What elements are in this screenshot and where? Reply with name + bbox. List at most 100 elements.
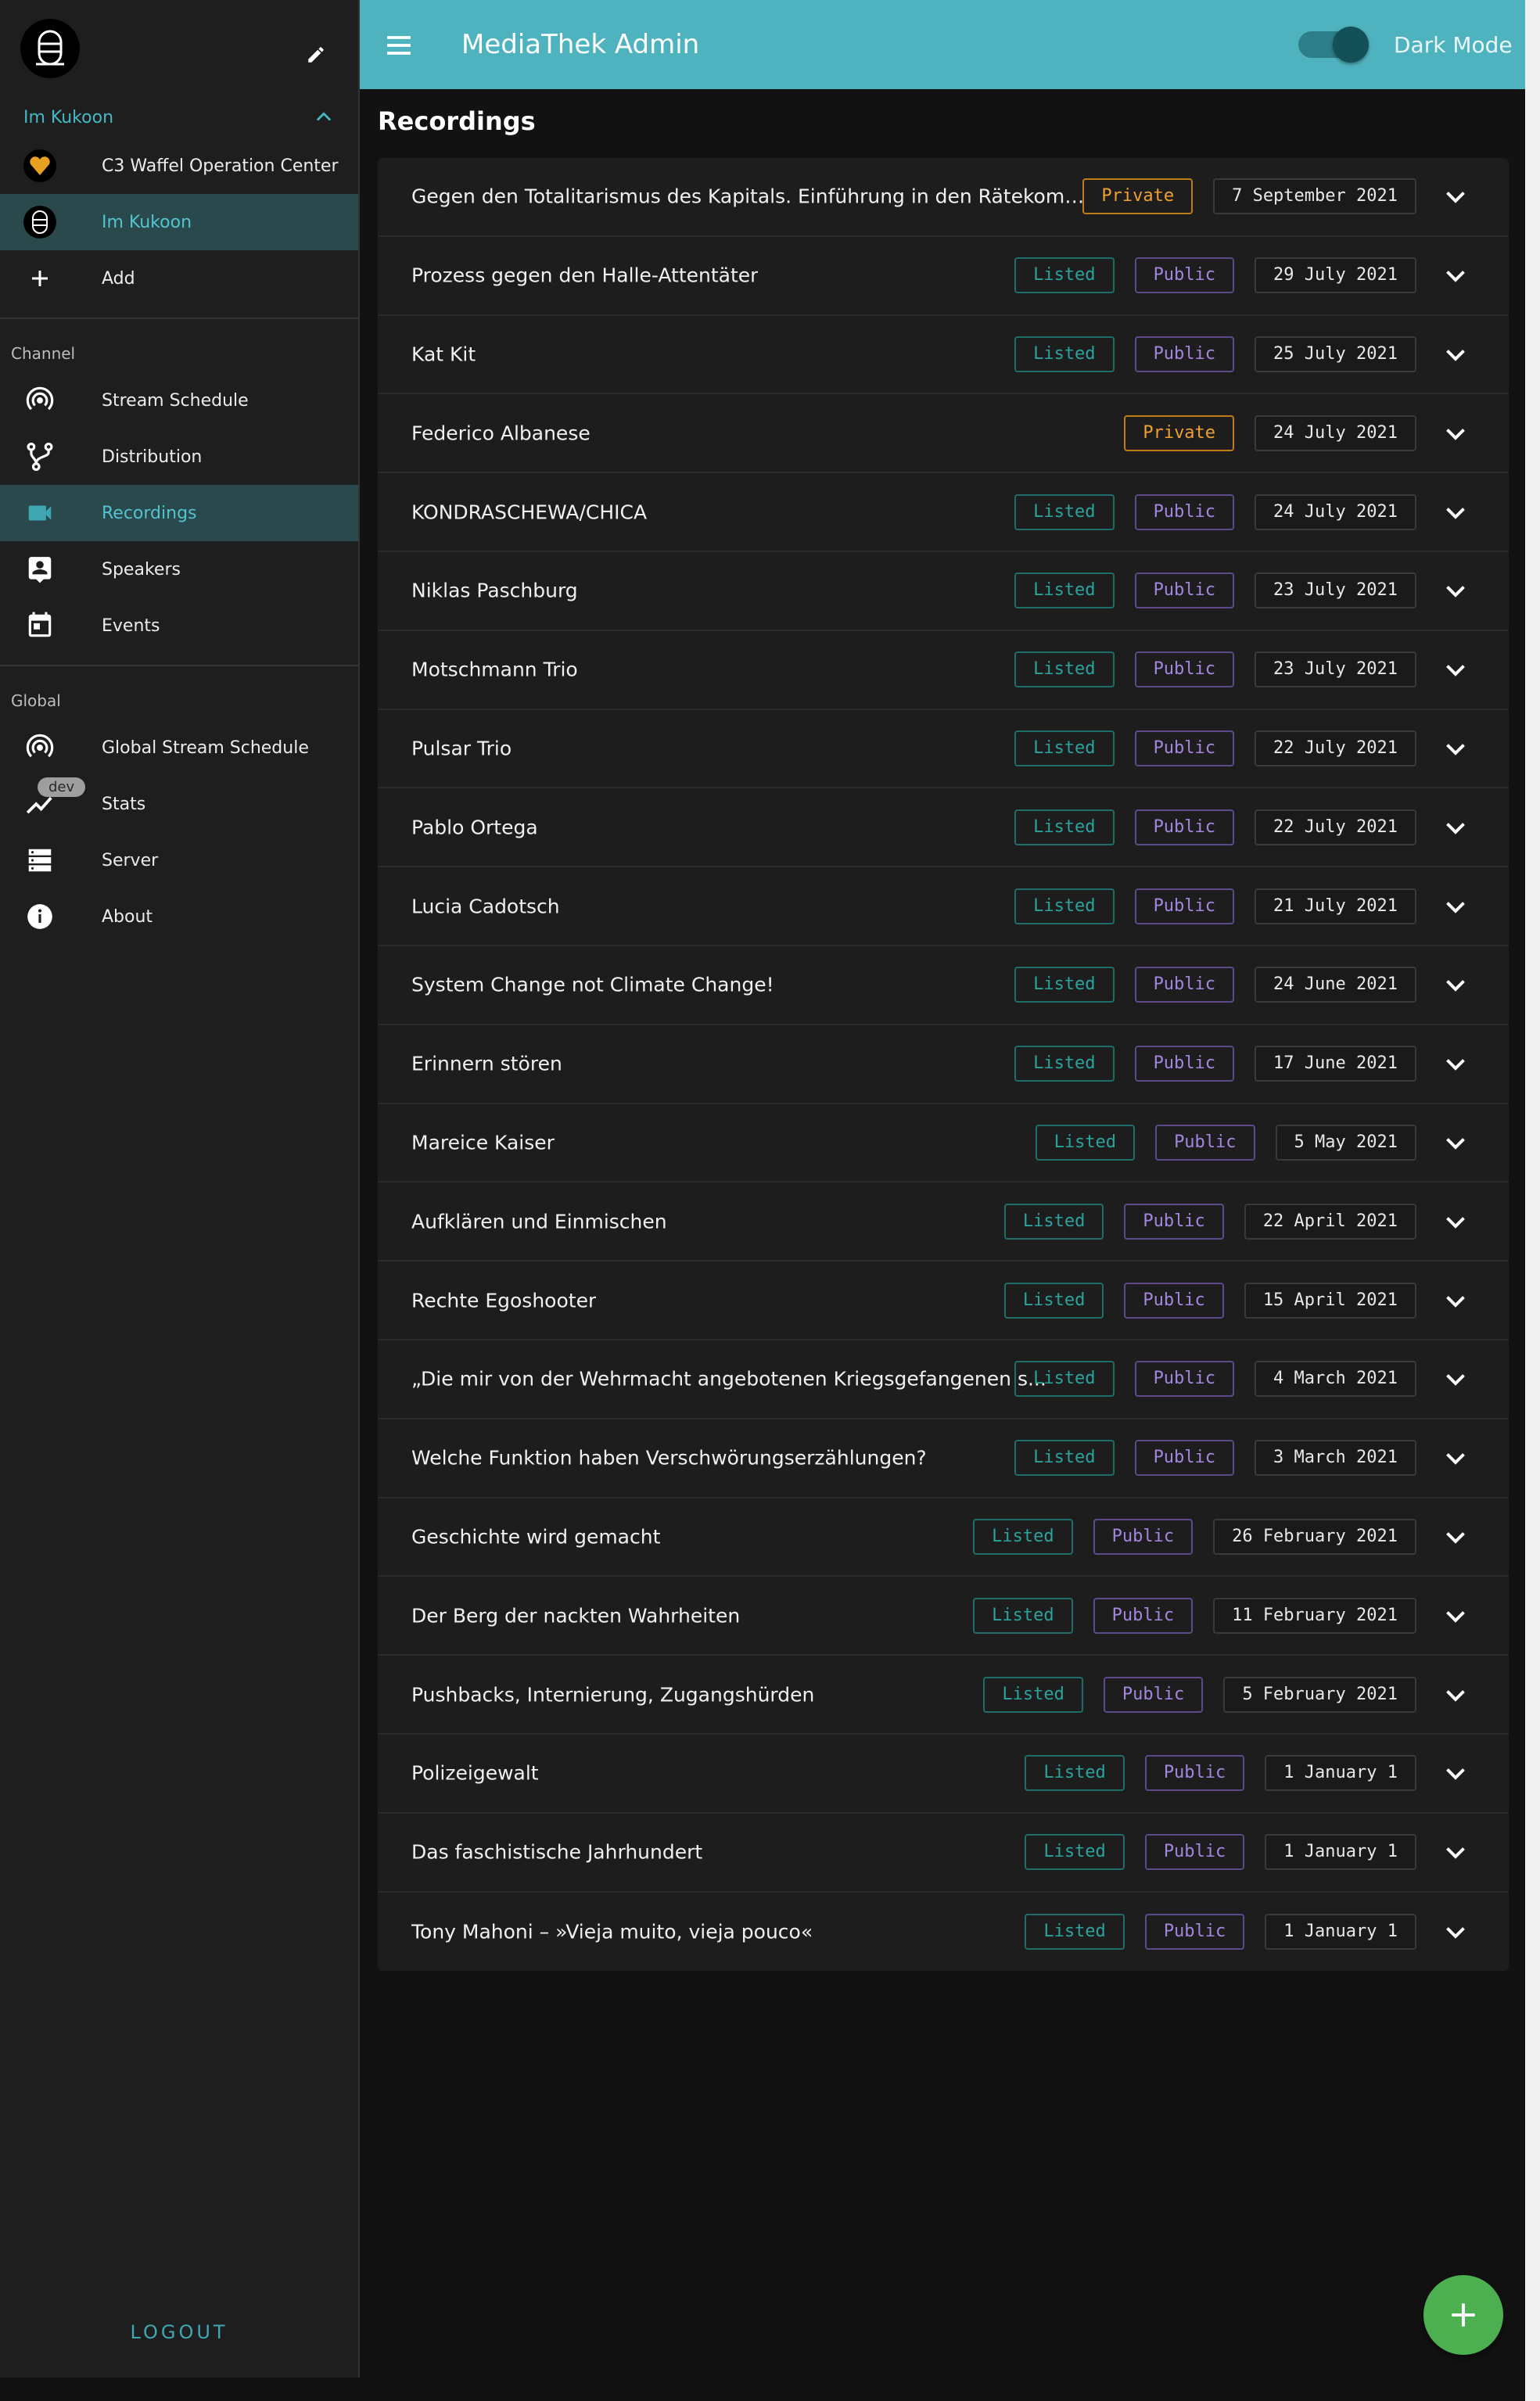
sidebar-item-distribution[interactable]: Distribution xyxy=(0,429,358,485)
chevron-down-icon[interactable] xyxy=(1441,734,1470,763)
chevron-down-icon[interactable] xyxy=(1441,576,1470,605)
recording-row[interactable]: Niklas Paschburg Listed Public 23 July 2021 xyxy=(378,552,1509,631)
chevron-down-icon[interactable] xyxy=(1441,1759,1470,1787)
recording-title: Prozess gegen den Halle-Attentäter xyxy=(411,264,759,287)
recording-row[interactable]: Erinnern stören Listed Public 17 June 2021 xyxy=(378,1025,1509,1104)
recording-row[interactable]: Mareice Kaiser Listed Public 5 May 2021 xyxy=(378,1104,1509,1183)
server-icon xyxy=(22,842,58,878)
chevron-down-icon[interactable] xyxy=(1441,1208,1470,1236)
public-badge: Public xyxy=(1103,1676,1204,1713)
kukoon-logo-icon xyxy=(20,19,80,78)
recording-chips: Listed Public 23 July 2021 xyxy=(1014,651,1416,688)
sidebar-item-im-kukoon[interactable]: Im Kukoon xyxy=(0,194,358,250)
recording-row[interactable]: Prozess gegen den Halle-Attentäter Listed… xyxy=(378,237,1509,316)
recording-chips: Listed Public 22 July 2021 xyxy=(1014,809,1416,845)
scrollbar[interactable] xyxy=(1525,0,1540,2401)
sidebar-item-stats[interactable]: dev Stats xyxy=(0,776,358,832)
recording-row[interactable]: System Change not Climate Change! Listed P… xyxy=(378,946,1509,1025)
chevron-down-icon[interactable] xyxy=(1441,182,1470,210)
recording-row[interactable]: Polizeigewalt Listed Public 1 January 1 xyxy=(378,1735,1509,1814)
date-badge: 22 July 2021 xyxy=(1255,809,1416,845)
chevron-down-icon[interactable] xyxy=(1441,1918,1470,1946)
sidebar-item-label: Distribution xyxy=(102,447,203,467)
chevron-down-icon[interactable] xyxy=(1441,892,1470,921)
chevron-down-icon[interactable] xyxy=(1441,813,1470,842)
sidebar-item-events[interactable]: Events xyxy=(0,598,358,654)
org-switcher[interactable]: Im Kukoon xyxy=(0,97,358,138)
recording-row[interactable]: Kat Kit Listed Public 25 July 2021 xyxy=(378,316,1509,395)
recording-title: Geschichte wird gemacht xyxy=(411,1525,661,1549)
date-badge: 17 June 2021 xyxy=(1255,1046,1416,1082)
recording-chips: Listed Public 15 April 2021 xyxy=(1003,1282,1416,1319)
sidebar-item-label: Add xyxy=(102,268,135,289)
recording-row[interactable]: Geschichte wird gemacht Listed Public 26 Fe… xyxy=(378,1498,1509,1577)
section-label-global: Global xyxy=(11,691,61,710)
recording-row[interactable]: Rechte Egoshooter Listed Public 15 April 20… xyxy=(378,1262,1509,1340)
app-bar: MediaThek Admin Dark Mode xyxy=(360,0,1525,89)
recording-row[interactable]: Das faschistische Jahrhundert Listed Publi… xyxy=(378,1814,1509,1893)
chevron-down-icon[interactable] xyxy=(1441,340,1470,368)
recording-row[interactable]: KONDRASCHEWA/CHICA Listed Public 24 July 20… xyxy=(378,473,1509,552)
public-badge: Public xyxy=(1134,730,1235,766)
public-badge: Public xyxy=(1134,336,1235,372)
add-recording-button[interactable] xyxy=(1423,2275,1503,2355)
recording-title: Gegen den Totalitarismus des Kapitals. E… xyxy=(411,185,1092,208)
chevron-down-icon[interactable] xyxy=(1441,1523,1470,1551)
recording-row[interactable]: Pushbacks, Internierung, Zugangshürden Li… xyxy=(378,1656,1509,1735)
chevron-down-icon[interactable] xyxy=(1441,1287,1470,1315)
sidebar-item-add[interactable]: Add xyxy=(0,250,358,307)
date-badge: 23 July 2021 xyxy=(1255,651,1416,688)
date-badge: 4 March 2021 xyxy=(1255,1361,1416,1398)
recording-row[interactable]: Pulsar Trio Listed Public 22 July 2021 xyxy=(378,710,1509,789)
chevron-down-icon[interactable] xyxy=(1441,1602,1470,1630)
dark-mode-toggle[interactable] xyxy=(1298,27,1369,63)
chevron-down-icon[interactable] xyxy=(1441,1681,1470,1709)
chevron-down-icon[interactable] xyxy=(1441,971,1470,999)
chevron-down-icon[interactable] xyxy=(1441,498,1470,526)
listed-badge: Listed xyxy=(1035,1124,1136,1161)
recording-row[interactable]: Gegen den Totalitarismus des Kapitals. E… xyxy=(378,158,1509,237)
recording-title: Tony Mahoni – »Vieja muito, vieja pouco« xyxy=(411,1920,813,1943)
chevron-down-icon[interactable] xyxy=(1441,419,1470,447)
recording-row[interactable]: Welche Funktion haben Verschwörungserzäh… xyxy=(378,1419,1509,1498)
app-title: MediaThek Admin xyxy=(461,29,700,60)
chevron-down-icon[interactable] xyxy=(1441,1838,1470,1866)
recording-chips: Private 24 July 2021 xyxy=(1124,415,1416,451)
public-badge: Public xyxy=(1134,1440,1235,1477)
recording-row[interactable]: Tony Mahoni – »Vieja muito, vieja pouco«… xyxy=(378,1893,1509,1972)
org-name: Im Kukoon xyxy=(23,107,114,127)
date-badge: 11 February 2021 xyxy=(1213,1597,1416,1634)
chevron-down-icon[interactable] xyxy=(1441,1050,1470,1078)
chevron-down-icon[interactable] xyxy=(1441,655,1470,684)
sidebar-item-recordings[interactable]: Recordings xyxy=(0,485,358,541)
logout-button[interactable]: LOGOUT xyxy=(0,2321,358,2343)
sidebar-item-stream-schedule[interactable]: Stream Schedule xyxy=(0,372,358,429)
recording-row[interactable]: Motschmann Trio Listed Public 23 July 2021 xyxy=(378,631,1509,710)
edit-pencil-icon[interactable] xyxy=(300,39,332,70)
sidebar-item-speakers[interactable]: Speakers xyxy=(0,541,358,598)
recording-row[interactable]: „Die mir von der Wehrmacht angebotenen K… xyxy=(378,1340,1509,1419)
listed-badge: Listed xyxy=(1003,1203,1104,1240)
menu-icon[interactable] xyxy=(383,30,415,61)
recording-row[interactable]: Pablo Ortega Listed Public 22 July 2021 xyxy=(378,788,1509,868)
chevron-down-icon[interactable] xyxy=(1441,1444,1470,1472)
date-badge: 1 January 1 xyxy=(1265,1755,1416,1792)
broadcast-icon xyxy=(22,382,58,418)
recording-row[interactable]: Aufklären und Einmischen Listed Public 22 A… xyxy=(378,1183,1509,1262)
sidebar-item-c3-waffel[interactable]: C3 Waffel Operation Center xyxy=(0,138,358,194)
listed-badge: Listed xyxy=(1025,1913,1125,1950)
sidebar-item-about[interactable]: About xyxy=(0,888,358,945)
chevron-down-icon[interactable] xyxy=(1441,1129,1470,1157)
sidebar-item-server[interactable]: Server xyxy=(0,832,358,888)
public-badge: Public xyxy=(1144,1834,1245,1871)
recording-chips: Listed Public 17 June 2021 xyxy=(1014,1046,1416,1082)
plus-icon xyxy=(1452,2303,1475,2327)
sidebar-item-global-stream-schedule[interactable]: Global Stream Schedule xyxy=(0,720,358,776)
recording-row[interactable]: Lucia Cadotsch Listed Public 21 July 2021 xyxy=(378,867,1509,946)
chevron-down-icon[interactable] xyxy=(1441,1365,1470,1393)
recording-row[interactable]: Federico Albanese Private 24 July 2021 xyxy=(378,394,1509,474)
recording-row[interactable]: Der Berg der nackten Wahrheiten Listed Pub… xyxy=(378,1577,1509,1656)
sidebar-item-label: Im Kukoon xyxy=(102,212,192,232)
chevron-down-icon[interactable] xyxy=(1441,261,1470,289)
recording-chips: Listed Public 4 March 2021 xyxy=(1014,1361,1416,1398)
